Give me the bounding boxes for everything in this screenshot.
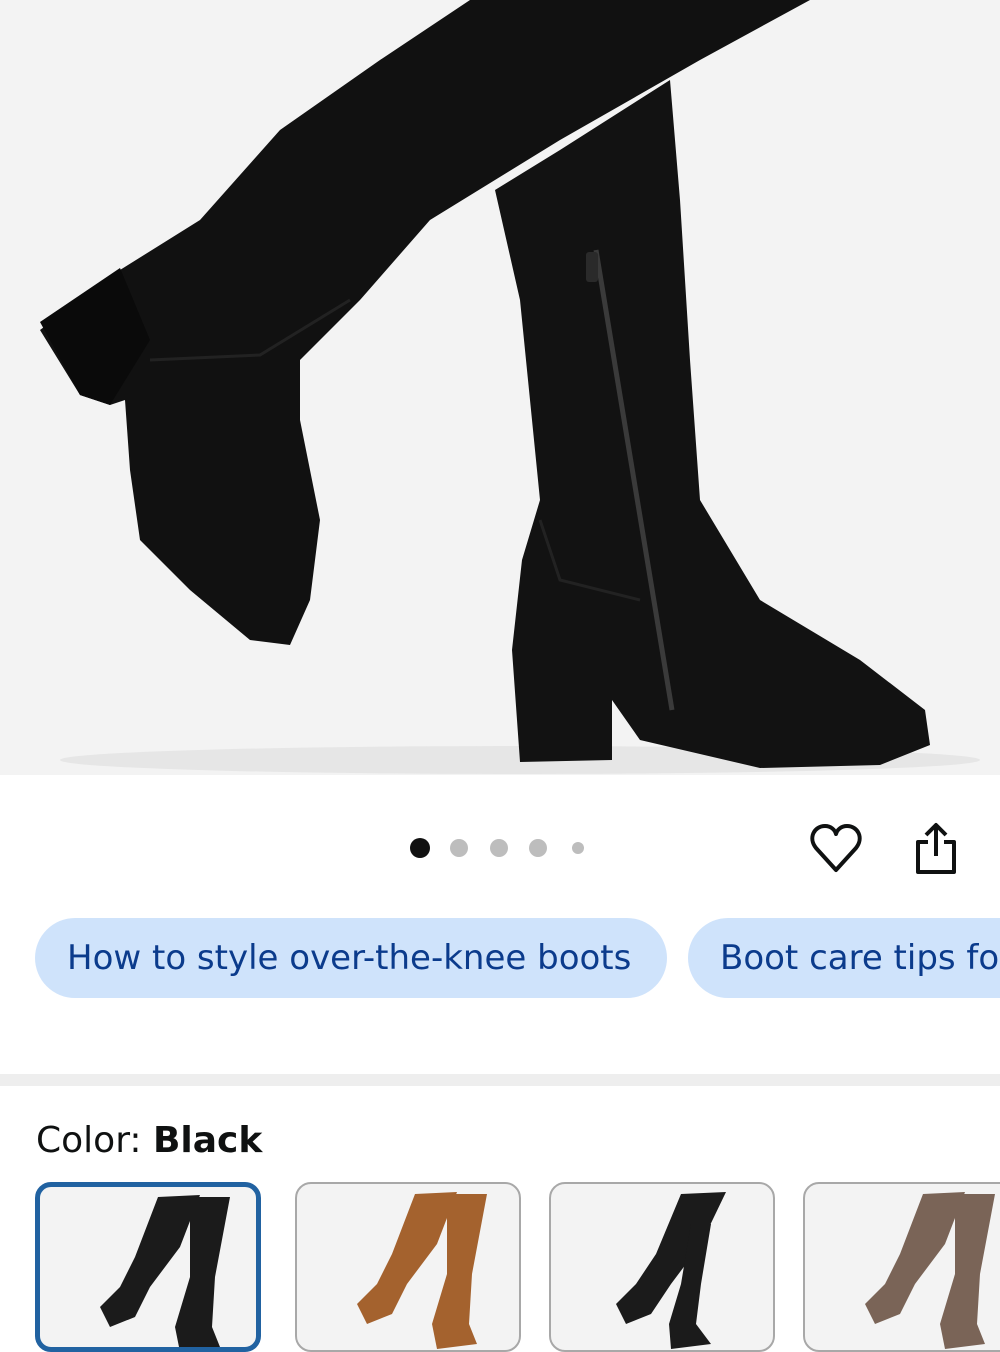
color-label: Color:	[36, 1120, 153, 1161]
color-selector-label: Color: Black	[36, 1120, 262, 1161]
color-swatch-brown[interactable]	[295, 1182, 521, 1352]
pagination-dot[interactable]	[572, 842, 584, 854]
pagination-dot[interactable]	[450, 839, 468, 857]
swatch-boot-image	[100, 1195, 230, 1347]
swatch-boot-image	[865, 1192, 995, 1349]
suggestion-chip[interactable]: Boot care tips for	[688, 918, 1000, 998]
color-swatch-taupe[interactable]	[803, 1182, 1000, 1352]
suggestion-chips: How to style over-the-knee boots Boot ca…	[0, 918, 1000, 1000]
pagination-dot[interactable]	[490, 839, 508, 857]
share-icon[interactable]	[910, 820, 962, 879]
heart-icon[interactable]	[808, 820, 864, 879]
boots-illustration	[40, 0, 980, 774]
product-image[interactable]	[0, 0, 1000, 775]
color-swatch-black-alt[interactable]	[549, 1182, 775, 1352]
color-swatch-black[interactable]	[35, 1182, 261, 1352]
swatch-boot-image	[357, 1192, 487, 1349]
selected-color-value: Black	[152, 1120, 263, 1161]
section-divider	[0, 1074, 1000, 1086]
suggestion-chip[interactable]: How to style over-the-knee boots	[35, 918, 667, 998]
pagination-dot[interactable]	[529, 839, 547, 857]
swatch-boot-image	[616, 1192, 726, 1349]
pagination-dot[interactable]	[410, 838, 430, 858]
